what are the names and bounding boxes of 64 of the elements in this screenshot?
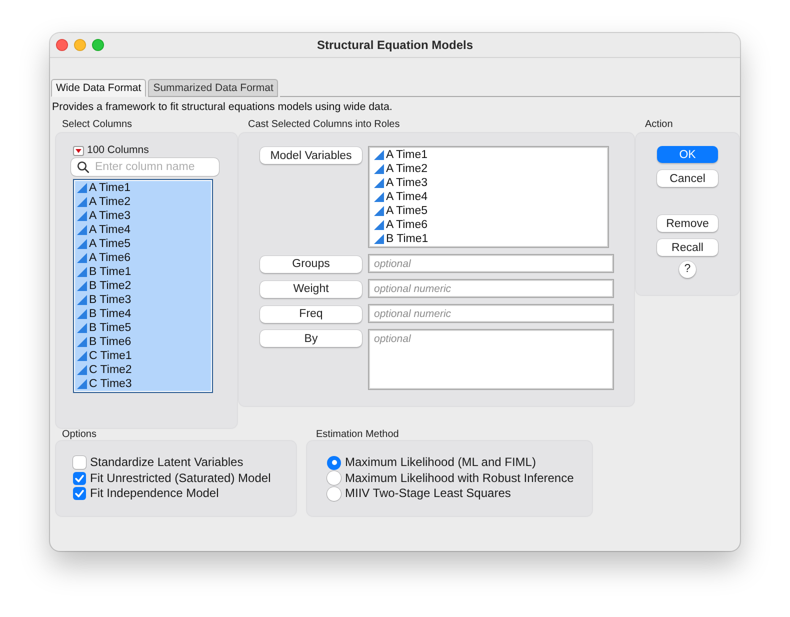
default-button[interactable]: OK [657,146,718,163]
column-item[interactable]: C Time2 [75,363,211,377]
section-label: Options [61,429,98,440]
role-button[interactable]: Weight [260,280,362,298]
column-item[interactable]: A Time6 [75,251,211,265]
tab[interactable]: Wide Data Format [51,79,146,97]
role-button[interactable]: Model Variables [260,147,362,164]
column-item[interactable]: B Time5 [75,321,211,335]
column-item[interactable]: B Time6 [75,335,211,349]
section-label: Action [644,118,674,132]
section-label: Cast Selected Columns into Roles [247,118,401,132]
checkbox[interactable] [73,456,86,470]
column-count: 100 Columns [87,144,149,157]
role-item[interactable]: B Time1 [372,232,605,246]
section-label: Select Columns [61,118,134,132]
search-icon [77,161,89,173]
input-field[interactable]: optional [368,254,614,273]
minimize-icon[interactable] [74,39,86,51]
column-item[interactable]: B Time2 [75,279,211,293]
role-button[interactable]: Freq [260,306,362,322]
description-text: Provides a framework to fit structural equations models using wide data. [52,100,394,114]
column-item[interactable]: A Time4 [75,223,211,237]
action-button[interactable]: Recall [657,239,718,256]
window-title: Structural Equation Models [316,38,473,52]
radio-button[interactable] [327,471,341,486]
close-icon[interactable] [56,39,68,51]
checkbox[interactable] [73,472,86,485]
column-item[interactable]: A Time1 [75,181,211,195]
input-area[interactable]: optional [368,329,614,390]
role-item[interactable]: A Time3 [372,176,605,190]
role-button[interactable]: Groups [260,256,362,272]
column-item[interactable]: C Time1 [75,349,211,363]
column-item[interactable]: B Time1 [75,265,211,279]
role-item[interactable]: A Time6 [372,218,605,232]
role-button[interactable]: By [260,330,362,347]
action-button[interactable]: Remove [657,215,718,232]
input-field[interactable]: optional numeric [368,279,614,298]
caret-icon[interactable] [73,146,84,156]
column-item[interactable]: A Time5 [75,237,211,251]
column-item[interactable]: A Time2 [75,195,211,209]
checkbox[interactable] [73,487,86,500]
column-item[interactable]: B Time4 [75,307,211,321]
radio-button[interactable] [327,486,341,501]
radio-label[interactable]: MIIV Two-Stage Least Squares [345,486,511,502]
role-item[interactable]: A Time1 [372,148,605,162]
column-item[interactable]: C Time3 [75,377,211,391]
radio-label[interactable]: Maximum Likelihood (ML and FIML) [345,455,536,470]
role-item[interactable]: A Time2 [372,162,605,176]
tab[interactable]: Summarized Data Format [148,79,278,97]
checkbox-label[interactable]: Standardize Latent Variables [90,455,244,470]
checkbox-label[interactable]: Fit Independence Model [90,486,219,502]
radio-button[interactable] [327,456,341,470]
search-field[interactable]: Enter column name [71,158,219,176]
section-label: Estimation Method [315,429,400,440]
column-item[interactable]: B Time3 [75,293,211,307]
maximize-icon[interactable] [92,39,104,51]
column-item[interactable]: A Time3 [75,209,211,223]
role-item[interactable]: A Time4 [372,190,605,204]
checkbox-label[interactable]: Fit Unrestricted (Saturated) Model [90,470,271,486]
input-field[interactable]: optional numeric [368,304,614,323]
action-button[interactable]: Cancel [657,170,718,187]
radio-label[interactable]: Maximum Likelihood with Robust Inference [345,470,574,486]
role-item[interactable]: A Time5 [372,204,605,218]
help-button[interactable]: ? [679,261,696,278]
